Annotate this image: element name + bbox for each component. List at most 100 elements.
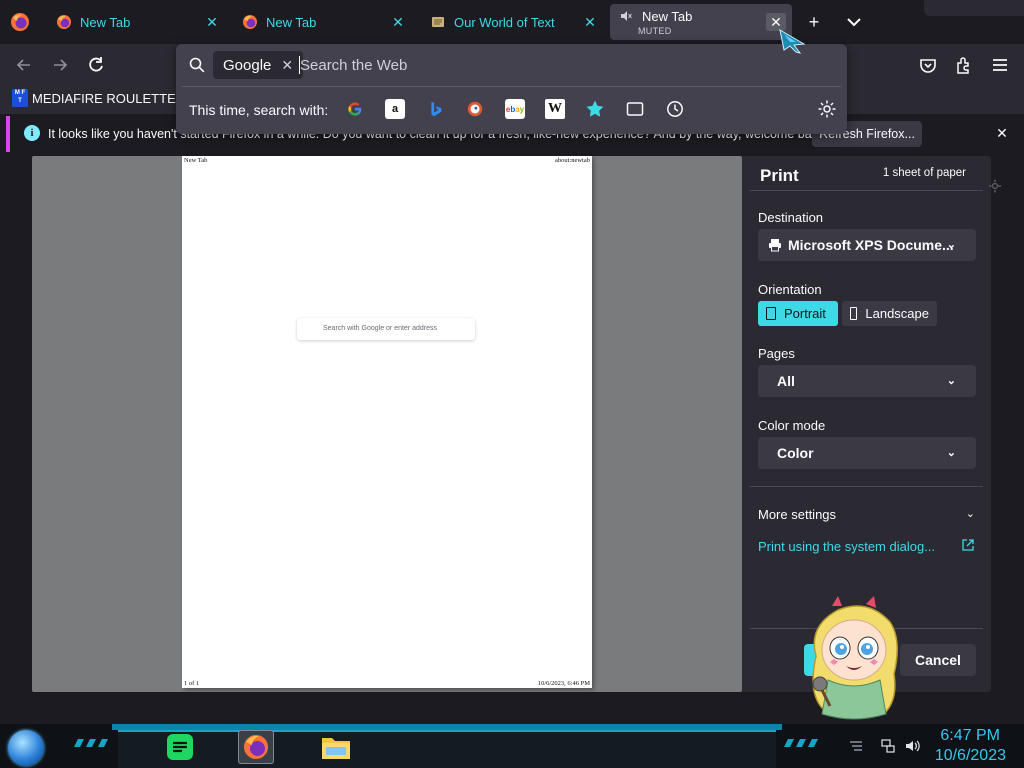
search-icon xyxy=(189,57,205,73)
urlbar-input-row: Google ✕ xyxy=(176,44,847,86)
bing-icon[interactable] xyxy=(425,99,445,119)
close-tab-icon[interactable]: ✕ xyxy=(582,14,598,30)
divider xyxy=(750,486,983,487)
color-mode-label: Color mode xyxy=(758,418,826,433)
landscape-option[interactable]: Landscape xyxy=(842,301,937,326)
external-link-icon[interactable] xyxy=(961,538,975,552)
muted-speaker-icon[interactable] xyxy=(620,10,632,22)
taskbar-decoration-icon xyxy=(74,739,108,747)
color-mode-value: Color xyxy=(777,445,814,461)
scroll-icon xyxy=(432,17,444,27)
google-icon[interactable] xyxy=(345,99,365,119)
clock-date[interactable]: 10/6/2023 xyxy=(935,747,1006,765)
page-footer-count: 1 of 1 xyxy=(184,680,200,687)
cartoon-mascot-sticker xyxy=(812,596,898,720)
urlbar-dropdown: Google ✕ This time, search with: a ebay … xyxy=(176,44,847,134)
close-tab-icon[interactable]: ✕ xyxy=(204,14,220,30)
orientation-label: Orientation xyxy=(758,282,822,297)
search-settings-gear-icon[interactable] xyxy=(817,99,837,119)
taskbar-decoration-icon xyxy=(784,739,818,747)
remove-engine-icon[interactable]: ✕ xyxy=(281,57,293,74)
os-taskbar: 6:47 PM 10/6/2023 xyxy=(0,724,1024,768)
page-landscape-icon xyxy=(850,307,858,320)
page-portrait-icon xyxy=(766,307,776,320)
print-title: Print xyxy=(760,166,799,185)
mediafire-logo-icon: M FT xyxy=(12,89,28,107)
cancel-button[interactable]: Cancel xyxy=(900,644,976,676)
url-input[interactable] xyxy=(300,54,820,76)
window-controls xyxy=(924,0,1024,16)
tab-title: New Tab xyxy=(80,14,131,30)
bookmarks-star-icon[interactable] xyxy=(585,99,605,119)
mouse-cursor-icon xyxy=(779,29,806,54)
oneoff-label: This time, search with: xyxy=(189,102,329,118)
tab-3[interactable]: Our World of Text ✕ xyxy=(420,4,606,40)
divider xyxy=(750,190,983,191)
firefox-menu-icon[interactable] xyxy=(10,12,30,32)
more-settings-toggle[interactable]: More settings xyxy=(758,507,836,522)
spotify-icon[interactable] xyxy=(162,730,198,764)
list-all-tabs-icon[interactable] xyxy=(844,12,864,32)
landscape-label: Landscape xyxy=(865,306,929,321)
sheet-count: 1 sheet of paper xyxy=(882,167,966,179)
tab-strip: New Tab ✕ New Tab ✕ Our World of Text ✕ … xyxy=(0,0,1024,44)
chevron-down-icon[interactable]: ⌄ xyxy=(966,507,975,520)
urlbar-divider xyxy=(182,86,841,87)
search-engine-chip[interactable]: Google ✕ xyxy=(213,51,304,79)
pocket-icon[interactable] xyxy=(918,55,938,75)
new-tab-button[interactable]: + xyxy=(804,12,824,32)
destination-select[interactable]: Microsoft XPS Docume... ⌄ xyxy=(758,229,976,261)
back-icon[interactable] xyxy=(14,55,34,75)
destination-label: Destination xyxy=(758,210,824,225)
page-footer-date: 10/6/2023, 6:46 PM xyxy=(537,680,590,687)
bookmark-label: MEDIAFIRE ROULETTER xyxy=(32,90,186,106)
tab-1[interactable]: New Tab ✕ xyxy=(46,4,228,40)
history-icon[interactable] xyxy=(665,99,685,119)
tab-title: New Tab xyxy=(266,14,317,30)
forward-icon[interactable] xyxy=(50,55,70,75)
search-engine-name: Google xyxy=(223,56,272,74)
start-button-icon[interactable] xyxy=(8,730,44,766)
ebay-icon[interactable]: ebay xyxy=(505,99,525,119)
reload-icon[interactable] xyxy=(86,55,106,75)
system-dialog-link[interactable]: Print using the system dialog... xyxy=(758,539,935,554)
chevron-down-icon: ⌄ xyxy=(946,447,956,459)
pages-value: All xyxy=(777,373,795,389)
page-settings-gear-icon[interactable] xyxy=(988,178,1002,194)
portrait-option[interactable]: Portrait xyxy=(758,301,838,326)
network-icon[interactable] xyxy=(880,738,896,754)
file-explorer-icon[interactable] xyxy=(318,730,354,764)
tab-2[interactable]: New Tab ✕ xyxy=(232,4,414,40)
tab-4-active[interactable]: New Tab MUTED ✕ xyxy=(610,4,792,40)
volume-icon[interactable] xyxy=(904,738,920,754)
bookmark-mediafire-rouletter[interactable]: M FT MEDIAFIRE ROULETTER xyxy=(12,89,185,107)
chevron-down-icon: ⌄ xyxy=(946,375,956,387)
amazon-icon[interactable]: a xyxy=(385,99,405,119)
tab-title: New Tab xyxy=(642,8,693,24)
app-menu-icon[interactable] xyxy=(990,55,1010,75)
wikipedia-icon[interactable]: W xyxy=(545,99,565,119)
info-icon: i xyxy=(24,125,40,141)
pages-select[interactable]: All ⌄ xyxy=(758,365,976,397)
page-header-url: about:newtab xyxy=(554,157,590,164)
tab-muted-label: MUTED xyxy=(638,26,672,36)
page-header-title: New Tab xyxy=(184,157,208,164)
color-mode-select[interactable]: Color ⌄ xyxy=(758,437,976,469)
firefox-icon xyxy=(57,15,71,29)
show-hidden-icons-icon[interactable] xyxy=(848,738,864,754)
firefox-icon xyxy=(243,15,257,29)
extensions-icon[interactable] xyxy=(954,55,974,75)
close-tab-icon[interactable]: ✕ xyxy=(390,14,406,30)
clock-time[interactable]: 6:47 PM xyxy=(940,727,1000,745)
firefox-taskbar-icon[interactable] xyxy=(238,730,274,764)
destination-value: Microsoft XPS Docume... xyxy=(788,237,954,253)
duckduckgo-icon[interactable] xyxy=(465,99,485,119)
printer-icon xyxy=(769,239,781,252)
tabs-icon[interactable] xyxy=(625,99,645,119)
close-notification-icon[interactable]: ✕ xyxy=(994,125,1010,141)
print-preview-area: New Tab about:newtab Search with Google … xyxy=(32,156,742,692)
preview-search-box: Search with Google or enter address xyxy=(297,318,475,340)
pages-label: Pages xyxy=(758,346,795,361)
portrait-label: Portrait xyxy=(784,306,826,321)
tab-title: Our World of Text xyxy=(454,14,555,30)
